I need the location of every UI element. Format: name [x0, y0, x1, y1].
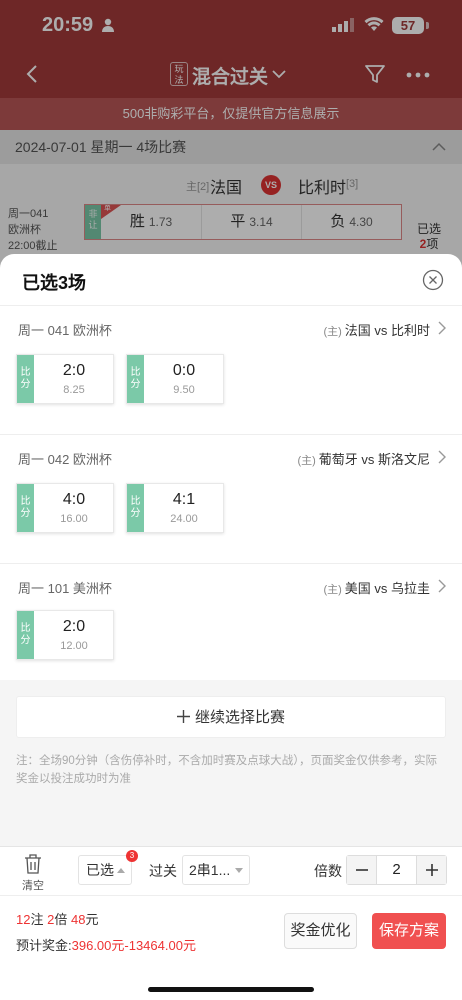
bet-tag-char-1: 比	[130, 367, 141, 378]
bet-odds: 24.00	[170, 513, 198, 525]
teams-label: 法国 vs 比利时	[344, 323, 430, 338]
plus-icon	[426, 864, 438, 876]
divider	[0, 895, 462, 896]
match-group: 周一 042 欧洲杯 (主) 葡萄牙 vs 斯洛文尼 比分 4:0 16.00 比…	[0, 435, 462, 564]
plus-icon	[176, 710, 190, 723]
bet-option[interactable]: 比分 2:0 12.00	[16, 610, 114, 660]
bet-score: 0:0	[172, 362, 196, 379]
selected-count-badge: 3	[126, 850, 138, 862]
bet-odds: 12.00	[60, 640, 88, 652]
home-tag: (主)	[323, 584, 342, 596]
chevron-right-icon[interactable]	[438, 579, 447, 593]
multiplier-stepper: 2	[346, 855, 447, 885]
save-plan-button[interactable]: 保存方案	[372, 913, 446, 949]
bet-odds: 8.25	[63, 384, 85, 396]
caret-up-icon	[117, 868, 125, 873]
bet-odds: 16.00	[60, 513, 88, 525]
disclaimer-note: 注：全场90分钟（含伤停补时，不含加时赛及点球大战），页面奖金仅供参考，实际奖金…	[16, 755, 438, 785]
continue-select-button[interactable]: 继续选择比赛	[16, 696, 446, 738]
sheet-header: 已选3场	[0, 254, 462, 306]
match-label: 周一 041 欧洲杯	[18, 323, 112, 338]
match-teams[interactable]: (主) 美国 vs 乌拉圭	[323, 578, 430, 597]
bet-tag-char-2: 分	[130, 508, 141, 519]
bet-tag-char-1: 比	[20, 623, 31, 634]
bet-score: 2:0	[62, 618, 86, 635]
prize-optimize-button[interactable]: 奖金优化	[284, 913, 357, 949]
prize-label: 预计奖金:	[16, 938, 72, 953]
home-tag: (主)	[323, 326, 342, 338]
bet-tag-char-2: 分	[130, 379, 141, 390]
match-label: 周一 042 欧洲杯	[18, 452, 112, 467]
teams-label: 美国 vs 乌拉圭	[344, 581, 430, 596]
pass-type-select[interactable]: 2串1...	[182, 855, 250, 885]
bet-option[interactable]: 比分 4:1 24.00	[126, 483, 224, 533]
continue-label: 继续选择比赛	[194, 709, 285, 726]
multiple-unit: 倍	[54, 912, 68, 927]
pass-value: 2串1...	[189, 862, 231, 878]
bet-type-tag: 比分	[17, 611, 34, 659]
teams-label: 葡萄牙 vs 斯洛文尼	[318, 452, 430, 467]
bet-type-tag: 比分	[127, 355, 144, 403]
bet-tag-char-2: 分	[20, 635, 31, 646]
minus-icon	[356, 869, 368, 871]
bet-score: 2:0	[62, 362, 86, 379]
selected-toggle[interactable]: 已选 3	[78, 850, 138, 885]
match-teams[interactable]: (主) 法国 vs 比利时	[323, 320, 430, 339]
home-indicator	[148, 987, 314, 992]
trash-icon	[25, 854, 41, 874]
chevron-right-icon[interactable]	[438, 321, 447, 335]
pass-label: 过关	[149, 863, 177, 879]
bet-tag-char-1: 比	[20, 367, 31, 378]
bet-tag-char-1: 比	[130, 496, 141, 507]
bet-tag-char-2: 分	[20, 379, 31, 390]
chevron-right-icon[interactable]	[438, 450, 447, 464]
match-label: 周一 101 美洲杯	[18, 581, 112, 596]
bet-option[interactable]: 比分 4:0 16.00	[16, 483, 114, 533]
selected-label: 已选	[86, 862, 114, 878]
bet-score: 4:0	[62, 491, 86, 508]
multiplier-input[interactable]: 2	[377, 856, 416, 884]
bet-action-bar: 清空 已选 3 过关 2串1... 倍数 2 12注 2倍 48元 预计奖金:3…	[0, 846, 462, 1000]
prize-range: 396.00元-13464.00元	[71, 938, 196, 953]
increment-button[interactable]	[416, 856, 446, 884]
bets-count: 12	[16, 912, 31, 927]
bet-option[interactable]: 比分 2:0 8.25	[16, 354, 114, 404]
sheet-title: 已选3场	[22, 273, 87, 293]
clear-button[interactable]: 清空	[16, 853, 50, 893]
bet-score: 4:1	[172, 491, 196, 508]
clear-label: 清空	[22, 880, 44, 892]
bet-tag-char-2: 分	[20, 508, 31, 519]
amount: 48	[70, 912, 86, 927]
amount-unit: 元	[85, 912, 99, 927]
bet-type-tag: 比分	[17, 355, 34, 403]
bets-unit: 注	[30, 912, 44, 927]
bet-type-tag: 比分	[127, 484, 144, 532]
caret-down-icon	[235, 868, 243, 873]
match-group: 周一 041 欧洲杯 (主) 法国 vs 比利时 比分 2:0 8.25 比分 0…	[0, 306, 462, 435]
home-tag: (主)	[297, 455, 316, 467]
bet-type-tag: 比分	[17, 484, 34, 532]
bet-odds: 9.50	[173, 384, 195, 396]
bet-option[interactable]: 比分 0:0 9.50	[126, 354, 224, 404]
estimated-prize: 预计奖金:396.00元-13464.00元	[16, 935, 196, 954]
match-group: 周一 101 美洲杯 (主) 美国 vs 乌拉圭 比分 2:0 12.00	[0, 564, 462, 680]
bet-tag-char-1: 比	[20, 496, 31, 507]
close-icon[interactable]	[422, 269, 444, 291]
bet-summary: 12注 2倍 48元	[16, 909, 98, 928]
match-teams[interactable]: (主) 葡萄牙 vs 斯洛文尼	[297, 449, 430, 468]
decrement-button[interactable]	[347, 856, 377, 884]
multiplier-label: 倍数	[314, 863, 342, 879]
